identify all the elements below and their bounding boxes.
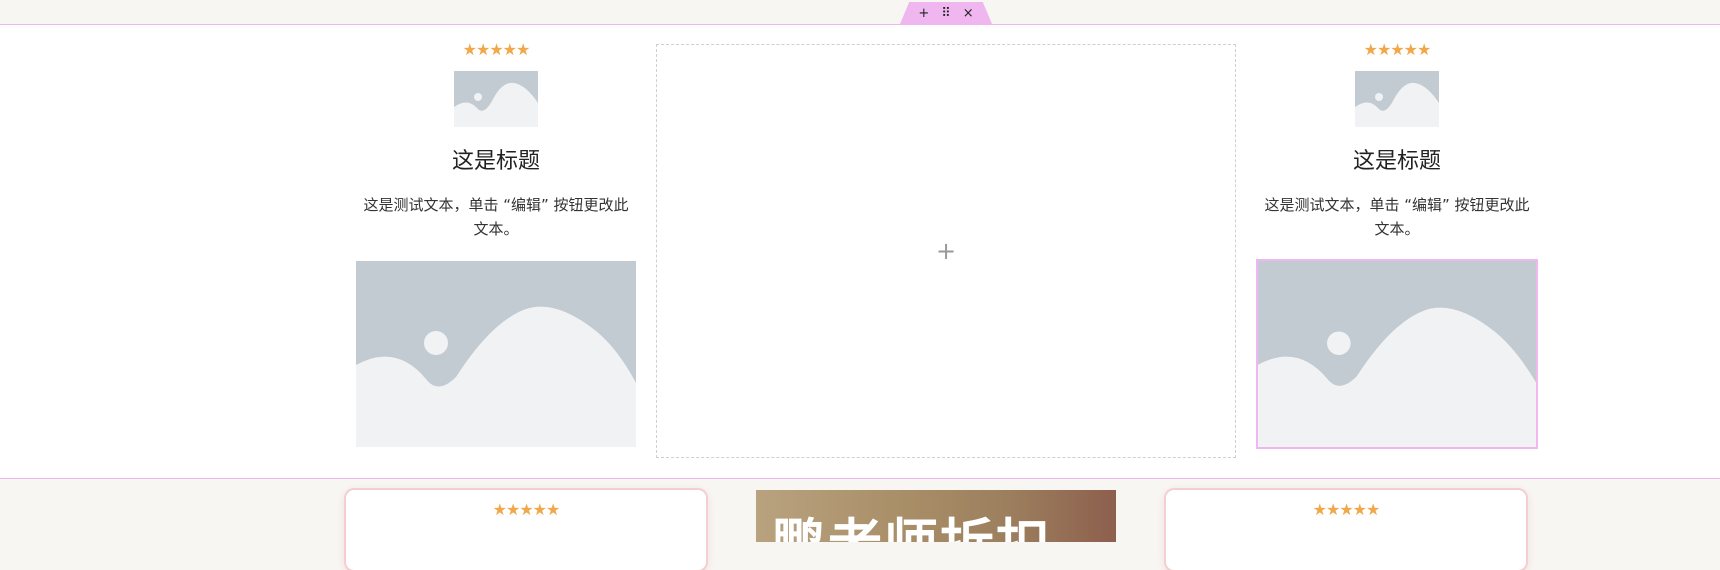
large-image-placeholder-selected[interactable] [1256, 259, 1538, 449]
image-placeholder-icon [1258, 307, 1536, 447]
column-title[interactable]: 这是标题 [356, 143, 636, 175]
column-right[interactable]: ★★★★★ 这是标题 这是测试文本，单击 “编辑” 按钮更改此文本。 [1256, 40, 1538, 449]
banner-title[interactable]: 鹏老师拆扣 [772, 500, 1052, 542]
add-section-button[interactable]: + [918, 7, 929, 20]
column-left[interactable]: ★★★★★ 这是标题 这是测试文本，单击 “编辑” 按钮更改此文本。 [356, 40, 636, 447]
image-placeholder-icon [356, 306, 636, 447]
small-image-placeholder[interactable] [454, 71, 538, 127]
add-widget-icon[interactable]: + [936, 237, 956, 265]
section-toolbar: + ⠿ × [900, 2, 992, 24]
star-rating[interactable]: ★★★★★ [1256, 40, 1538, 59]
column-text[interactable]: 这是测试文本，单击 “编辑” 按钮更改此文本。 [1256, 193, 1538, 241]
star-rating[interactable]: ★★★★★ [1166, 500, 1526, 519]
drag-handle-icon[interactable]: ⠿ [941, 7, 951, 20]
image-placeholder-icon [1355, 82, 1439, 127]
banner-image[interactable]: 鹏老师拆扣 [756, 490, 1116, 542]
card-right[interactable]: ★★★★★ [1166, 490, 1526, 570]
column-text[interactable]: 这是测试文本，单击 “编辑” 按钮更改此文本。 [356, 193, 636, 241]
large-image-placeholder[interactable] [356, 261, 636, 447]
small-image-placeholder[interactable] [1355, 71, 1439, 127]
image-placeholder-icon [454, 82, 538, 127]
card-left[interactable]: ★★★★★ [346, 490, 706, 570]
column-title[interactable]: 这是标题 [1256, 143, 1538, 175]
star-rating[interactable]: ★★★★★ [356, 40, 636, 59]
star-rating[interactable]: ★★★★★ [346, 500, 706, 519]
empty-column[interactable]: + [656, 44, 1236, 458]
delete-section-button[interactable]: × [963, 7, 974, 20]
